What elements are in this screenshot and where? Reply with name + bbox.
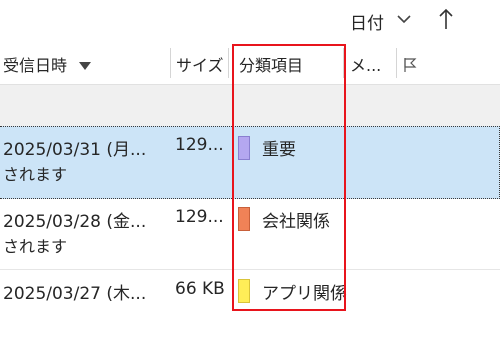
message-preview: されます [3,237,68,256]
flag-icon[interactable] [402,57,418,73]
column-size-label: サイズ [176,56,224,75]
message-size: 66 KB [175,279,225,299]
column-mention[interactable]: メ... [350,44,381,84]
column-received-label: 受信日時 [3,56,68,75]
category-column-highlight [232,44,346,311]
column-mention-label: メ... [350,56,382,75]
column-received[interactable]: 受信日時 [3,44,92,84]
sort-by-label[interactable]: 日付 [350,9,384,34]
message-preview: されます [3,165,68,184]
chevron-down-icon[interactable] [397,14,411,24]
column-separator[interactable] [228,48,229,78]
message-size: 129... [175,207,224,227]
received-date: 2025/03/27 (木... [3,284,147,304]
sort-down-triangle-icon [79,62,92,70]
received-date: 2025/03/31 (月... [3,140,147,160]
message-size: 129... [175,135,224,155]
arrow-up-icon[interactable] [438,8,454,30]
column-separator[interactable] [170,48,171,78]
column-separator[interactable] [396,48,397,78]
column-size[interactable]: サイズ [176,44,224,84]
received-date: 2025/03/28 (金... [3,212,147,232]
